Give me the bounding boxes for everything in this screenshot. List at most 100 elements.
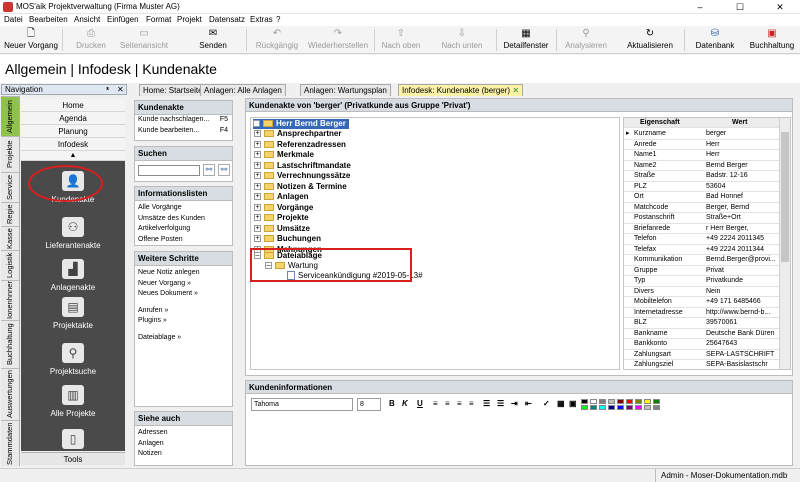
collapse-icon[interactable]: – (253, 120, 260, 128)
menu-format[interactable]: Format (146, 15, 171, 24)
expand-icon[interactable]: + (254, 140, 261, 148)
link-umsaetze[interactable]: Umsätze des Kunden (135, 214, 232, 225)
refresh-button[interactable]: ↻ Aktualisieren (622, 27, 678, 53)
color-swatch[interactable] (581, 405, 588, 410)
expand-icon[interactable]: + (254, 214, 261, 222)
nav-item-projektsuche[interactable]: ⚲ Projektsuche (21, 343, 125, 376)
table-icon[interactable]: ▦ (557, 399, 565, 408)
vtab-auswertungen[interactable]: Auswertungen (1, 368, 19, 420)
link-adressen[interactable]: Adressen (135, 426, 232, 439)
indent-icon[interactable]: ⇥ (511, 399, 518, 408)
property-row[interactable]: Zahlungsart SEPA-LASTSCHRIFT (624, 350, 781, 360)
property-row[interactable]: Bankkonto 25647643 (624, 339, 781, 350)
expand-icon[interactable]: + (254, 182, 261, 190)
color-swatch[interactable] (635, 405, 642, 410)
nav-item-lieferantenakte[interactable]: ⚇ Lieferantenakte (21, 217, 125, 250)
link-offene-posten[interactable]: Offene Posten (135, 235, 232, 246)
vtab-buchhaltung[interactable]: Buchhaltung (1, 320, 19, 368)
scroll-thumb[interactable] (781, 132, 789, 262)
property-row[interactable]: Name2 Bernd Berger (624, 161, 781, 171)
property-row[interactable]: Zahlungsziel SEPA-Basislastschr (624, 360, 781, 369)
search-input[interactable] (138, 165, 200, 176)
color-swatch[interactable] (653, 399, 660, 404)
color-swatch[interactable] (617, 399, 624, 404)
vtab-kasse[interactable]: Kasse (1, 226, 19, 250)
menu-bearbeiten[interactable]: Bearbeiten (29, 15, 68, 24)
nav-item-alle-projekte[interactable]: ▥ Alle Projekte (21, 385, 125, 418)
send-button[interactable]: ✉ Senden (190, 27, 236, 53)
tree-node[interactable]: + Notizen & Termine (254, 182, 347, 192)
tree-node[interactable]: + Vorgänge (254, 203, 313, 213)
tab-wartungsplan[interactable]: Anlagen: Wartungsplan (300, 84, 391, 96)
property-row[interactable]: Anrede Herr (624, 140, 781, 150)
tab-close-icon[interactable]: ✕ (512, 86, 519, 95)
vtab-allgemein[interactable]: Allgemein (1, 96, 19, 136)
vtab-stammdaten[interactable]: Stammdaten (1, 420, 19, 466)
menu-datensatz[interactable]: Datensatz (209, 15, 245, 24)
property-row[interactable]: Divers Nein (624, 287, 781, 297)
expand-icon[interactable]: + (254, 203, 261, 211)
property-row[interactable]: Briefanrede r Herr Berger, (624, 224, 781, 234)
link-neuer-vorgang[interactable]: Neuer Vorgang » (135, 279, 232, 290)
tab-kundenakte[interactable]: Infodesk: Kundenakte (berger) ✕ (398, 84, 524, 96)
color-swatch[interactable] (581, 399, 588, 404)
property-row[interactable]: Name1 Herr (624, 150, 781, 161)
link-artikelverfolgung[interactable]: Artikelverfolgung (135, 224, 232, 235)
tree-node[interactable]: + Verrechnungssätze (254, 171, 350, 181)
numbered-list-icon[interactable]: ☰ (497, 399, 504, 408)
expand-icon[interactable]: + (254, 193, 261, 201)
undo-button[interactable]: ↶ Rückgängig (252, 27, 302, 53)
tab-anlagen[interactable]: Anlagen: Alle Anlagen (200, 84, 286, 96)
property-row[interactable]: ▸ Kurzname berger (624, 129, 781, 140)
property-row[interactable]: Telefon +49 2224 2011345 (624, 234, 781, 245)
property-scrollbar[interactable] (779, 118, 790, 369)
vtab-logistik[interactable]: Logistik (1, 250, 19, 280)
tree-node[interactable]: + Lastschriftmandate (254, 161, 351, 171)
link-kunde-nachschlagen[interactable]: Kunde nachschlagen... F5 (135, 115, 232, 126)
property-row[interactable]: Kommunikation Bernd.Berger@provi... (624, 255, 781, 266)
link-neue-notiz[interactable]: Neue Notiz anlegen (135, 266, 232, 279)
link-anrufen[interactable]: Anrufen » (135, 306, 232, 317)
redo-button[interactable]: ↷ Wiederherstellen (306, 27, 370, 53)
align-left-icon[interactable]: ≡ (433, 399, 438, 408)
bold-button[interactable]: B (389, 399, 395, 408)
underline-button[interactable]: U (417, 399, 423, 408)
link-dateiablage[interactable]: Dateiablage » (135, 333, 232, 344)
align-center-icon[interactable]: ≡ (445, 399, 450, 408)
menu-einfuegen[interactable]: Einfügen (107, 15, 139, 24)
outdent-icon[interactable]: ⇤ (525, 399, 532, 408)
link-anlagen[interactable]: Anlagen (135, 439, 232, 450)
color-swatch[interactable] (635, 399, 642, 404)
property-row[interactable]: BLZ 39570061 (624, 318, 781, 329)
nav-link-home[interactable]: Home (21, 99, 125, 112)
tree-node[interactable]: + Buchungen (254, 234, 321, 244)
close-button[interactable]: ✕ (760, 0, 800, 14)
nav-link-infodesk[interactable]: Infodesk (21, 138, 125, 151)
tree-node[interactable]: + Merkmale (254, 150, 314, 160)
minimize-button[interactable]: – (680, 0, 720, 14)
pin-icon[interactable]: ᵜ (106, 85, 109, 94)
expand-icon[interactable]: + (254, 224, 261, 232)
image-icon[interactable]: ▣ (569, 399, 577, 408)
vtab-ionenhnner[interactable]: Ionenhnner (1, 280, 19, 320)
navigation-close-icon[interactable]: ✕ (117, 85, 124, 94)
color-swatch[interactable] (617, 405, 624, 410)
expand-icon[interactable]: + (254, 130, 261, 138)
property-row[interactable]: Bankname Deutsche Bank Düren (624, 329, 781, 339)
color-swatch[interactable] (644, 399, 651, 404)
accounting-button[interactable]: ▣ Buchhaltung (746, 27, 798, 53)
tree-node[interactable]: + Projekte (254, 213, 309, 223)
expand-icon[interactable]: + (254, 161, 261, 169)
move-up-button[interactable]: ⇧ Nach oben (378, 27, 424, 53)
color-swatch[interactable] (599, 405, 606, 410)
nav-link-agenda[interactable]: Agenda (21, 112, 125, 125)
color-swatch[interactable] (626, 405, 633, 410)
vtab-service[interactable]: Service (1, 172, 19, 202)
property-row[interactable]: Telefax +49 2224 2011344 (624, 245, 781, 255)
link-kunde-bearbeiten[interactable]: Kunde bearbeiten... F4 (135, 126, 232, 137)
color-swatch[interactable] (626, 399, 633, 404)
menu-extras[interactable]: Extras (250, 15, 273, 24)
tree-node[interactable]: + Umsätze (254, 224, 310, 234)
detail-window-button[interactable]: ▦ Detailfenster (500, 27, 552, 53)
nav-link-planung[interactable]: Planung (21, 125, 125, 138)
